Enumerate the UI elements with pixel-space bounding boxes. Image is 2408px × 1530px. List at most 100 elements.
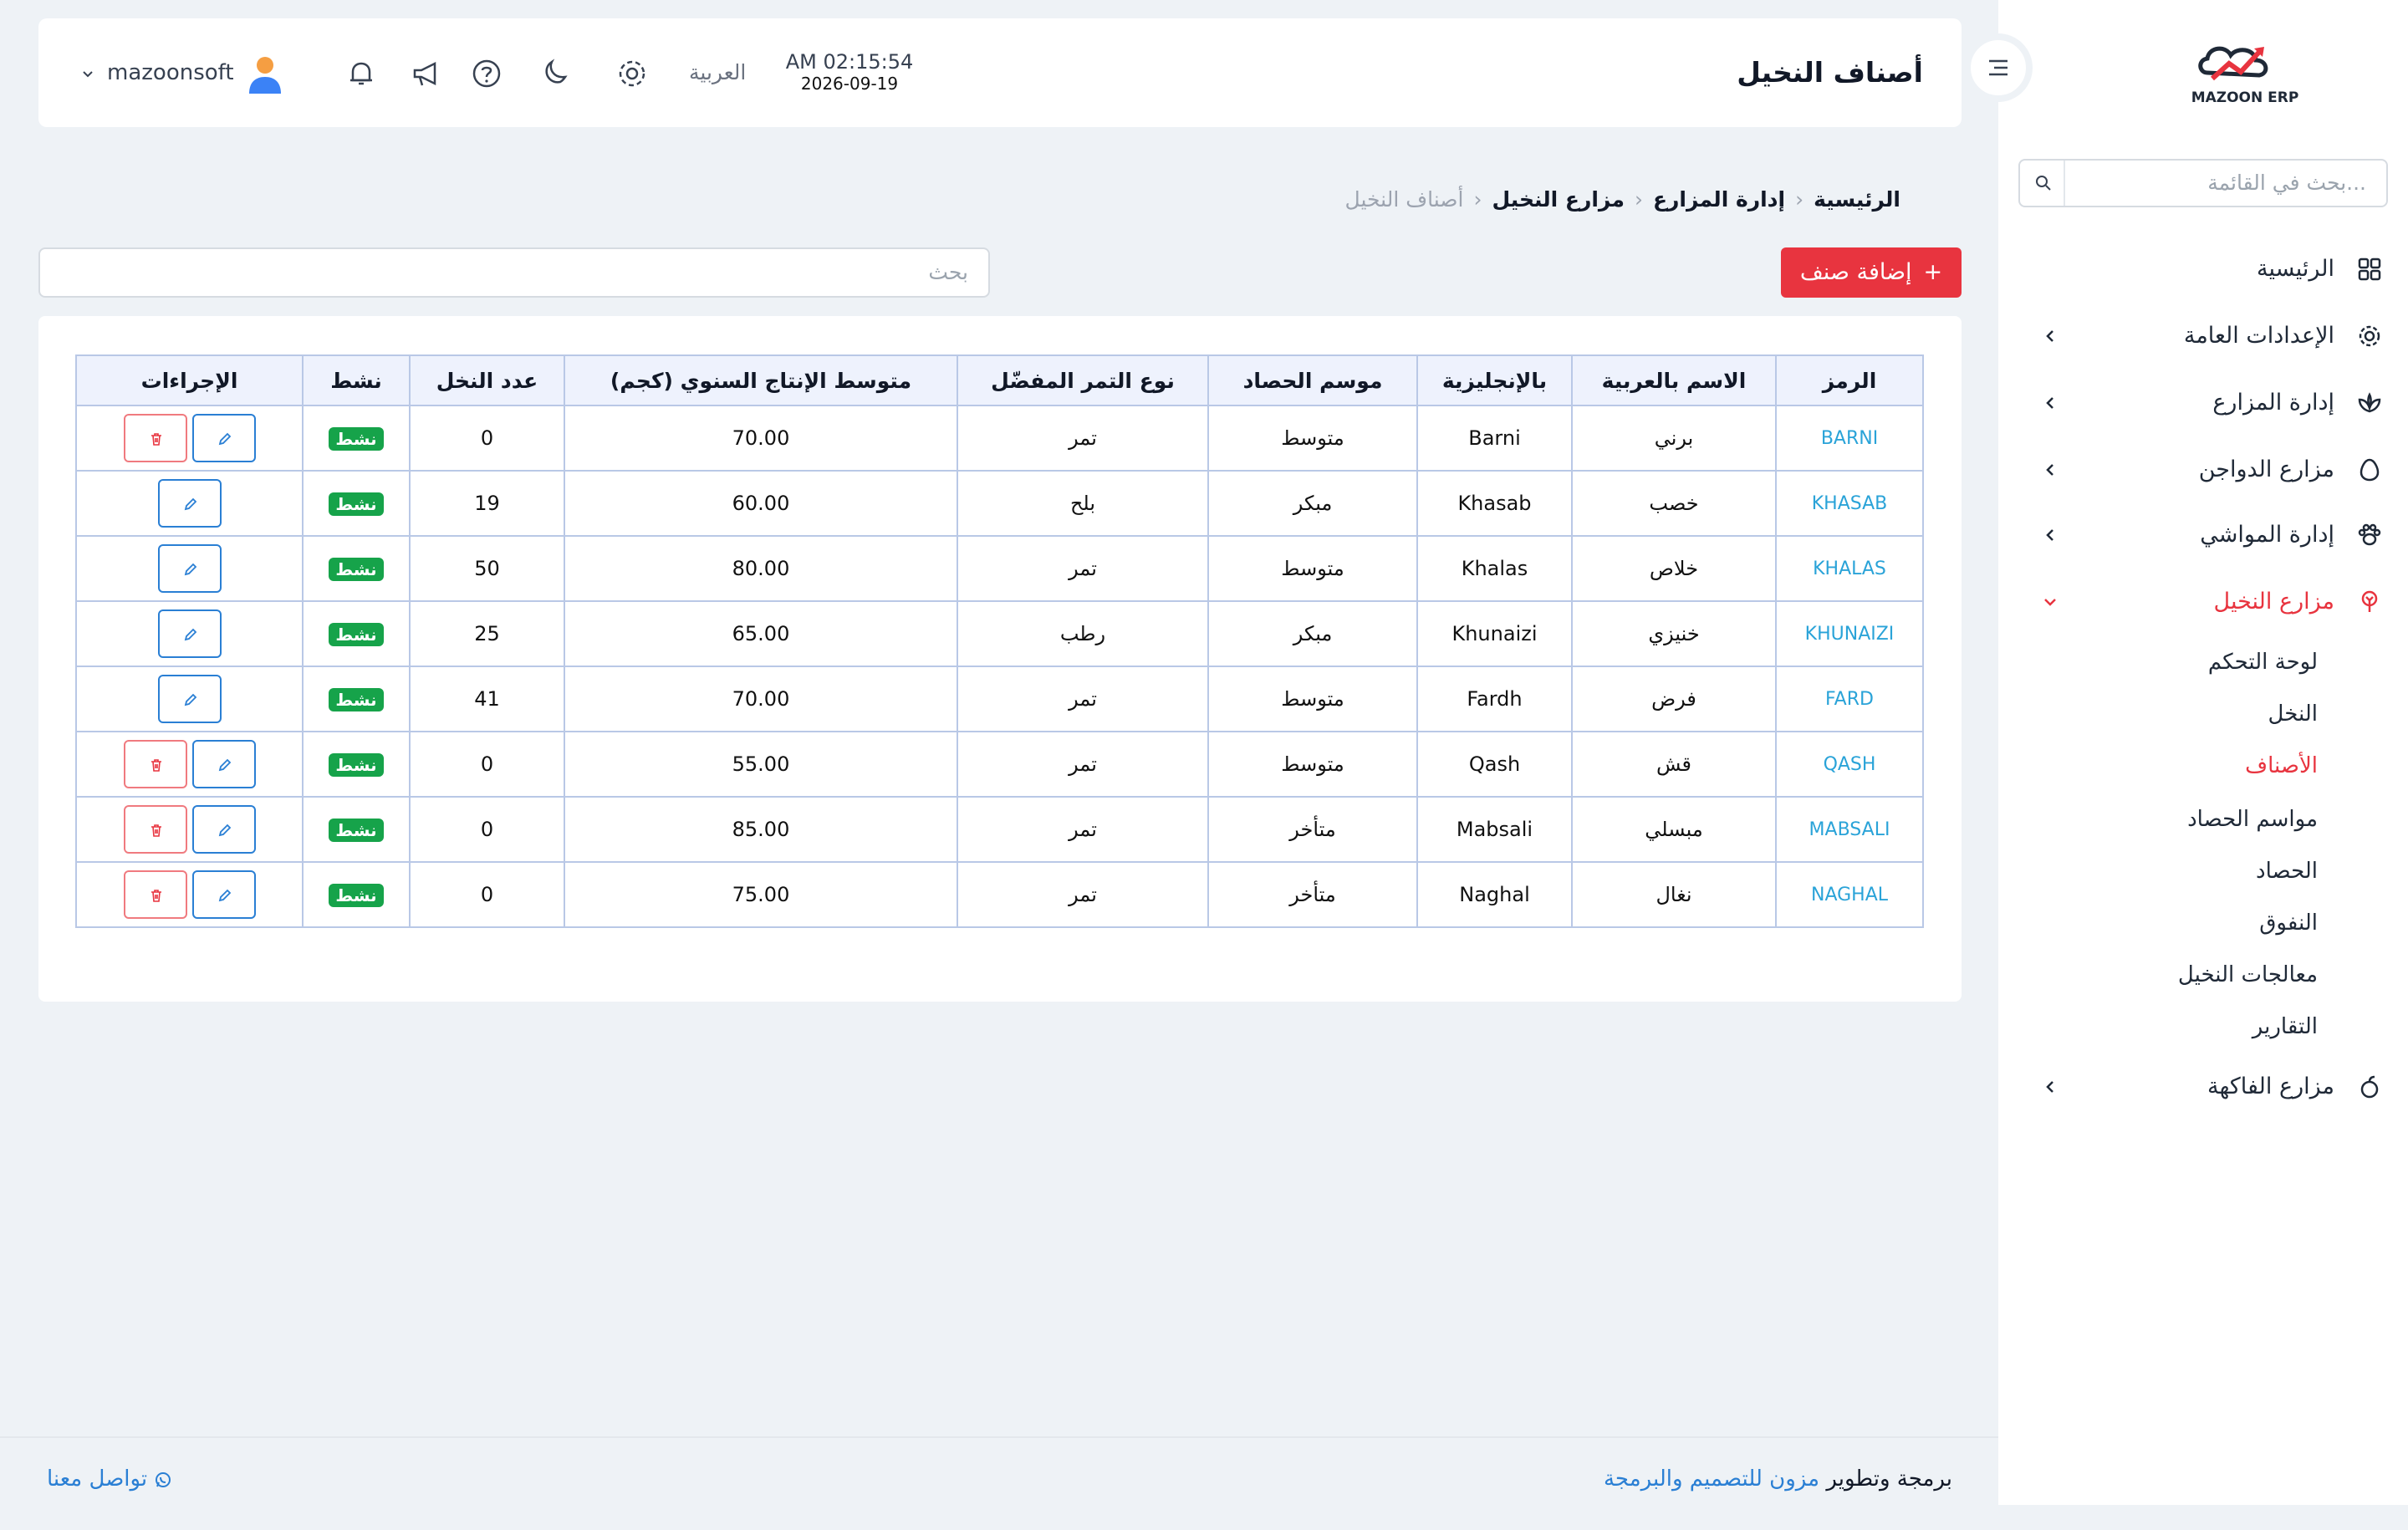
breadcrumb-home[interactable]: الرئيسية (1814, 187, 1900, 212)
edit-button[interactable] (157, 479, 222, 528)
cell-english-name: Khalas (1416, 535, 1573, 602)
edit-button[interactable] (157, 609, 222, 658)
sidebar-item-general-settings[interactable]: الإعدادات العامة (2032, 313, 2383, 360)
column-header-arabic-name[interactable]: الاسم بالعربية (1571, 354, 1777, 406)
cell-english-name: Naghal (1416, 861, 1573, 928)
chevron-left-icon (2046, 464, 2053, 476)
help-button[interactable] (470, 57, 503, 90)
row-actions (77, 870, 302, 919)
notifications-button[interactable] (344, 57, 378, 90)
pencil-icon (218, 889, 231, 902)
table-search-input[interactable]: بحث (38, 247, 990, 298)
status-badge: نشط (329, 687, 384, 711)
language-switcher[interactable]: العربية (689, 18, 746, 127)
settings-button[interactable] (615, 57, 649, 90)
column-header-english-name[interactable]: بالإنجليزية (1416, 354, 1573, 406)
column-header-code[interactable]: الرمز (1775, 354, 1924, 406)
cell-code[interactable]: NAGHAL (1775, 861, 1924, 928)
cell-date-type: تمر (957, 731, 1209, 798)
cell-code[interactable]: KHALAS (1775, 535, 1924, 602)
cell-harvest-season: متوسط (1207, 535, 1418, 602)
bell-icon (350, 62, 372, 85)
column-header-harvest-season[interactable]: موسم الحصاد (1207, 354, 1418, 406)
cell-harvest-season: متأخر (1207, 861, 1418, 928)
username[interactable]: mazoonsoft (107, 18, 234, 127)
submenu-item-harvest[interactable]: الحصاد (2256, 854, 2318, 888)
breadcrumb-palm-farms[interactable]: مزارع النخيل (1492, 187, 1624, 212)
status-badge: نشط (329, 492, 384, 516)
breadcrumb-separator: ‹ (1473, 187, 1482, 212)
column-header-active[interactable]: نشط (302, 354, 411, 406)
cell-code[interactable]: BARNI (1775, 405, 1924, 472)
submenu-item-reports[interactable]: التقارير (2252, 1010, 2318, 1043)
plus-icon: + (1923, 259, 1943, 285)
submenu-item-varieties[interactable]: الأصناف (2245, 749, 2318, 783)
status-badge: نشط (329, 622, 384, 646)
footer-credits: برمجة وتطوير مزون للتصميم والبرمجة (1604, 1466, 1952, 1492)
cell-date-type: بلح (957, 470, 1209, 537)
pencil-icon (184, 693, 196, 706)
column-header-date-type[interactable]: نوع التمر المفضّل (957, 354, 1209, 406)
sidebar-item-livestock-management[interactable]: إدارة المواشي (2032, 512, 2383, 558)
cell-palm-count: 19 (409, 470, 565, 537)
cell-actions (75, 861, 304, 928)
submenu-item-mortality[interactable]: النفوق (2259, 906, 2318, 940)
submenu-item-harvest-seasons[interactable]: مواسم الحصاد (2187, 803, 2318, 836)
pencil-icon (184, 628, 196, 641)
cell-arabic-name: خصب (1571, 470, 1777, 537)
cell-harvest-season: مبكر (1207, 470, 1418, 537)
sidebar-item-fruit-farms[interactable]: مزارع الفاكهة (2032, 1063, 2383, 1110)
submenu-item-dashboard[interactable]: لوحة التحكم (2208, 645, 2318, 679)
edit-button[interactable] (157, 544, 222, 593)
cell-date-type: تمر (957, 796, 1209, 863)
chevron-down-icon[interactable] (80, 66, 95, 81)
table-row: MABSALI مبسلي Mabsali متأخر تمر 85.00 0 نشط (75, 796, 1924, 863)
avatar[interactable] (246, 54, 284, 95)
edit-button[interactable] (191, 414, 256, 462)
edit-button[interactable] (157, 675, 222, 723)
table-row: KHASAB خصب Khasab مبكر بلح 60.00 19 نشط (75, 470, 1924, 537)
cell-code[interactable]: MABSALI (1775, 796, 1924, 863)
column-header-palm-count[interactable]: عدد النخل (409, 354, 565, 406)
search-icon[interactable] (2033, 173, 2053, 193)
edit-button[interactable] (191, 870, 256, 919)
contact-us-link[interactable]: تواصل معنا (47, 1466, 172, 1492)
sidebar: MAZOON ERP بحث في القائمة... الرئيسية ال… (1998, 0, 2408, 1505)
delete-button[interactable] (123, 740, 187, 788)
sidebar-search-input[interactable]: بحث في القائمة... (2018, 159, 2388, 207)
delete-button[interactable] (123, 870, 187, 919)
breadcrumb-farm-management[interactable]: إدارة المزارع (1653, 187, 1785, 212)
cell-active: نشط (302, 600, 411, 667)
delete-button[interactable] (123, 414, 187, 462)
dark-mode-toggle[interactable] (538, 57, 572, 90)
mazoon-logo[interactable]: MAZOON ERP (2182, 35, 2308, 110)
edit-button[interactable] (191, 740, 256, 788)
gear-icon (2359, 325, 2380, 347)
cell-code[interactable]: KHUNAIZI (1775, 600, 1924, 667)
cell-code[interactable]: KHASAB (1775, 470, 1924, 537)
trash-icon (150, 890, 161, 902)
delete-button[interactable] (123, 805, 187, 854)
cell-code[interactable]: QASH (1775, 731, 1924, 798)
sidebar-item-farm-management[interactable]: إدارة المزارع (2032, 380, 2383, 426)
edit-button[interactable] (191, 805, 256, 854)
submenu-item-treatments[interactable]: معالجات النخيل (2178, 958, 2318, 992)
sidebar-item-palm-farms[interactable]: مزارع النخيل (2032, 579, 2383, 625)
pencil-icon (184, 563, 196, 576)
row-actions (77, 414, 302, 462)
cell-harvest-season: متوسط (1207, 666, 1418, 732)
trash-icon (150, 824, 161, 837)
add-variety-button[interactable]: + إضافة صنف (1781, 247, 1962, 298)
cell-actions (75, 731, 304, 798)
cell-date-type: تمر (957, 405, 1209, 472)
sidebar-toggle-button[interactable] (1964, 33, 2033, 102)
cell-palm-count: 0 (409, 796, 565, 863)
column-header-annual-yield[interactable]: متوسط الإنتاج السنوي (كجم) (564, 354, 958, 406)
cell-code[interactable]: FARD (1775, 666, 1924, 732)
footer-company-link[interactable]: مزون للتصميم والبرمجة (1604, 1466, 1819, 1492)
announcements-button[interactable] (410, 57, 443, 90)
submenu-item-palms[interactable]: النخل (2268, 697, 2318, 731)
chevron-left-icon (2046, 330, 2053, 342)
sidebar-item-home[interactable]: الرئيسية (2032, 246, 2383, 293)
sidebar-item-poultry-farms[interactable]: مزارع الدواجن (2032, 446, 2383, 493)
